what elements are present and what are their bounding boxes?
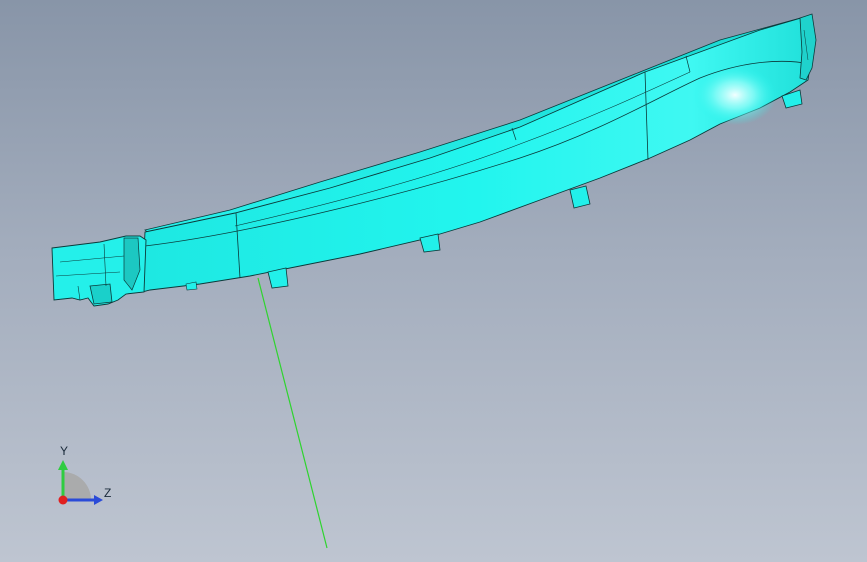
- y-axis-label: Y: [60, 444, 68, 458]
- surface-highlight: [693, 65, 777, 125]
- graphics-viewport[interactable]: Y Z: [0, 0, 867, 562]
- z-axis-label: Z: [104, 486, 111, 500]
- reference-line: [257, 277, 328, 549]
- part-right-end: [799, 13, 817, 81]
- triad-plane-quadrant: [63, 472, 91, 500]
- 3d-scene[interactable]: Y Z: [0, 0, 867, 562]
- y-axis-arrow: [58, 460, 68, 470]
- cad-part-model[interactable]: [51, 13, 817, 307]
- left-clip-slot: [89, 283, 113, 305]
- mounting-tab-1: [267, 267, 289, 289]
- part-main-body: [141, 15, 813, 293]
- mounting-tab-3: [569, 185, 591, 209]
- coordinate-triad: Y Z: [58, 444, 111, 505]
- z-axis-arrow: [94, 495, 103, 505]
- x-axis-origin: [58, 495, 68, 505]
